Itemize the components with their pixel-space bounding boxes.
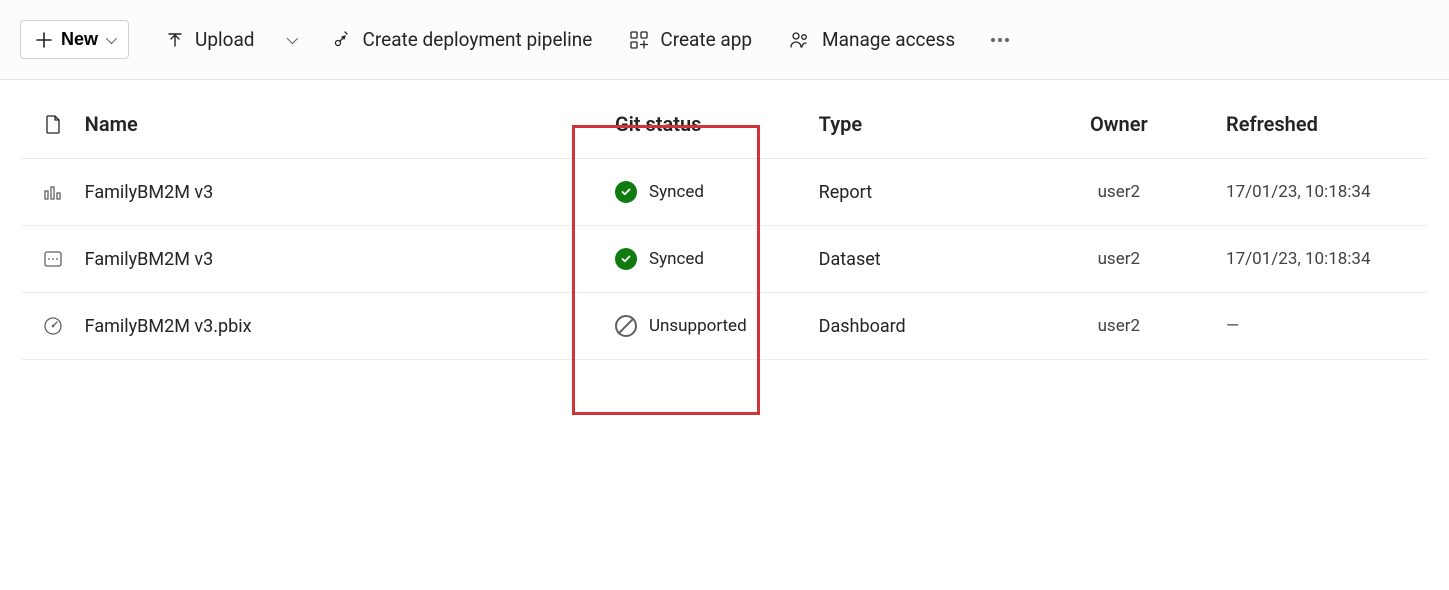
upload-button[interactable]: Upload [165,28,295,51]
item-type: Report [819,182,872,203]
create-app-label: Create app [660,28,752,51]
more-options-button[interactable] [991,38,1009,42]
chevron-down-icon [106,32,117,43]
item-refreshed: 17/01/23, 10:18:34 [1226,182,1370,202]
chevron-down-icon [286,32,297,43]
item-type: Dataset [819,249,881,270]
table-header-row: Name Git status Type Owner Refreshed [22,80,1427,159]
create-pipeline-label: Create deployment pipeline [363,28,593,51]
item-refreshed: 17/01/23, 10:18:34 [1226,249,1370,269]
header-git-status[interactable]: Git status [607,80,811,159]
item-owner: user2 [1098,182,1140,202]
git-status-text: Synced [649,182,704,202]
upload-icon [165,30,185,50]
table-row[interactable]: FamilyBM2M v3 Synced Dataset user2 17/01… [22,226,1427,293]
dashboard-icon [42,315,64,337]
items-table: Name Git status Type Owner Refreshed Fam… [22,80,1427,360]
table-row[interactable]: FamilyBM2M v3.pbix Unsupported Dashboard… [22,293,1427,360]
file-icon [44,114,62,134]
git-status-text: Synced [649,249,704,269]
item-type: Dashboard [819,316,906,337]
create-deployment-pipeline-button[interactable]: Create deployment pipeline [331,28,593,51]
item-refreshed: — [1226,316,1239,336]
toolbar: New Upload Create deployment pipeline Cr… [0,0,1449,80]
git-status-text: Unsupported [649,316,747,336]
item-owner: user2 [1098,316,1140,336]
content-area: Name Git status Type Owner Refreshed Fam… [0,80,1449,360]
header-name[interactable]: Name [85,80,607,159]
app-icon [628,29,650,51]
manage-access-button[interactable]: Manage access [788,28,955,51]
new-button-label: New [61,29,98,50]
report-icon [42,181,64,203]
pipeline-icon [331,29,353,51]
header-refreshed[interactable]: Refreshed [1218,80,1427,159]
header-icon [22,80,85,159]
plus-icon [35,31,53,49]
header-owner[interactable]: Owner [1020,80,1218,159]
item-name: FamilyBM2M v3.pbix [85,316,252,337]
upload-label: Upload [195,28,255,51]
unsupported-icon [615,315,637,337]
people-icon [788,29,812,51]
header-type[interactable]: Type [811,80,1020,159]
item-name: FamilyBM2M v3 [85,249,214,270]
synced-icon [615,248,637,270]
table-body: FamilyBM2M v3 Synced Report user2 17/01/… [22,159,1427,360]
item-name: FamilyBM2M v3 [85,182,214,203]
table-row[interactable]: FamilyBM2M v3 Synced Report user2 17/01/… [22,159,1427,226]
synced-icon [615,181,637,203]
manage-access-label: Manage access [822,28,955,51]
new-button[interactable]: New [20,20,129,59]
create-app-button[interactable]: Create app [628,28,752,51]
dataset-icon [42,248,64,270]
item-owner: user2 [1098,249,1140,269]
